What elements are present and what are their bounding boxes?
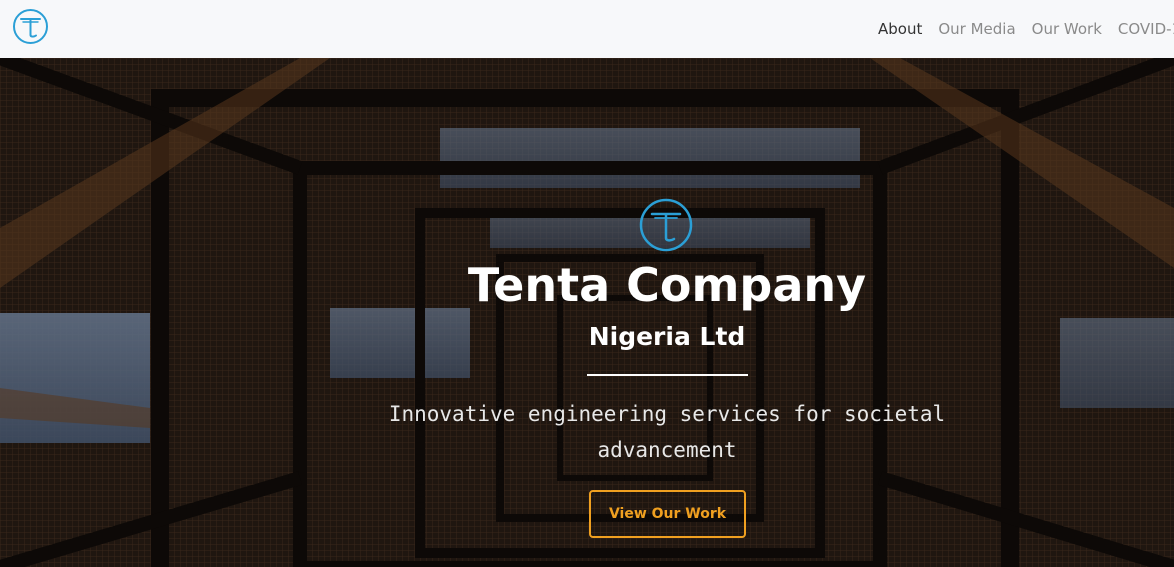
nav-link-covid-19[interactable]: COVID-19	[1118, 20, 1174, 38]
view-our-work-button[interactable]: View Our Work	[589, 490, 746, 538]
navbar: About Our Media Our Work COVID-19	[0, 0, 1174, 58]
hero-logo	[638, 197, 694, 253]
brand-logo[interactable]	[12, 8, 49, 45]
hero-divider	[587, 374, 748, 376]
nav-link-about[interactable]: About	[878, 20, 922, 38]
main-nav: About Our Media Our Work COVID-19	[878, 0, 1174, 58]
nav-link-our-work[interactable]: Our Work	[1032, 20, 1102, 38]
tenta-logo-icon	[13, 9, 48, 44]
hero-background-image	[0, 58, 1174, 567]
hero-section: Tenta Company Nigeria Ltd Innovative eng…	[0, 58, 1174, 567]
tenta-logo-icon	[639, 198, 693, 252]
hero-title: Tenta Company	[467, 258, 867, 312]
nav-link-our-media[interactable]: Our Media	[938, 20, 1015, 38]
hero-tagline: Innovative engineering services for soci…	[388, 402, 946, 462]
hero-subtitle: Nigeria Ltd	[588, 322, 746, 351]
